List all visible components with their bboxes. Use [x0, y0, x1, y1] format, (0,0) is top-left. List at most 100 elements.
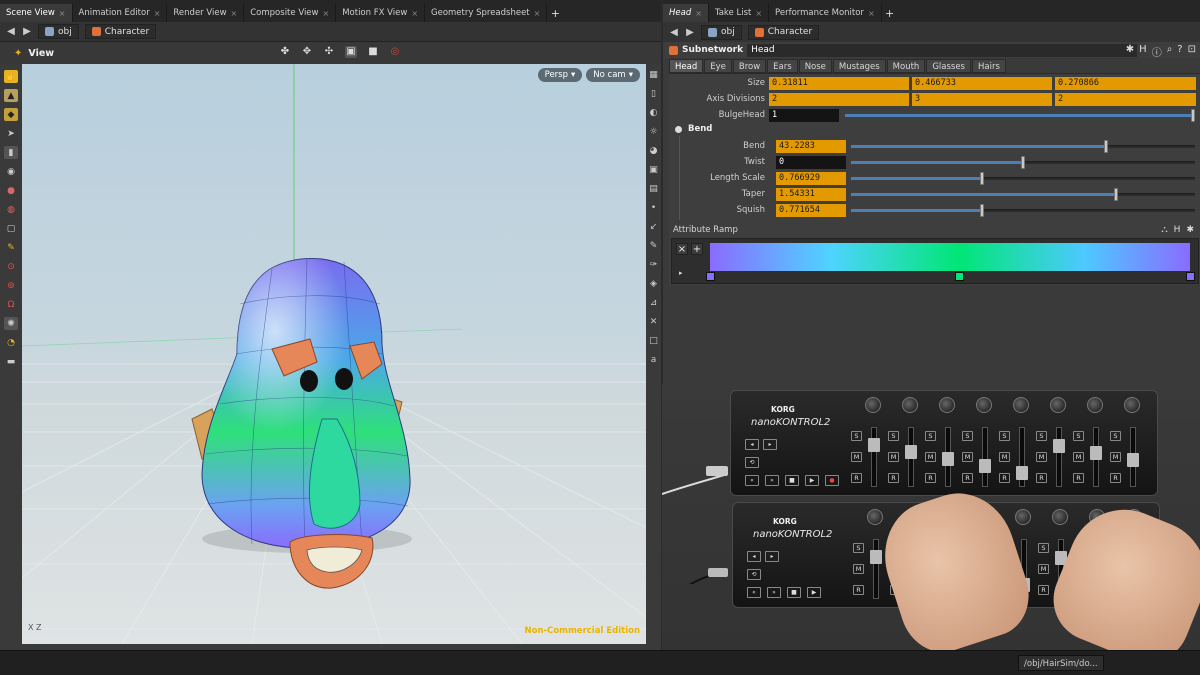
fader[interactable] — [870, 539, 882, 599]
tab-composite-view[interactable]: Composite View × — [244, 4, 337, 22]
param-tab-brow[interactable]: Brow — [732, 59, 767, 73]
snap-icon[interactable]: ⊚ — [4, 279, 18, 292]
select-mode-icon[interactable]: ▲ — [4, 89, 18, 102]
channel-s-button[interactable]: S — [1036, 431, 1047, 441]
preset-icon[interactable]: ⛬ — [1161, 225, 1167, 235]
lamp-icon[interactable]: ◕ — [648, 146, 659, 157]
snap-point-icon[interactable]: ✣ — [323, 46, 335, 58]
view-tool-icon[interactable]: ✺ — [4, 317, 18, 330]
channel-r-button[interactable]: R — [925, 473, 936, 483]
cycle-button[interactable]: ⟲ — [745, 457, 759, 468]
camera-icon[interactable]: ◉ — [4, 165, 18, 178]
param-tab-mustages[interactable]: Mustages — [832, 59, 886, 73]
tab-head[interactable]: Head × — [663, 4, 709, 22]
help-icon[interactable]: H — [1139, 44, 1147, 59]
gear-icon[interactable]: ✱ — [1126, 44, 1134, 59]
fastforward-button[interactable]: » — [765, 475, 779, 486]
fader-cap[interactable] — [1053, 439, 1065, 453]
tab-scene-view[interactable]: Scene View × — [0, 4, 73, 22]
rewind-button[interactable]: « — [747, 587, 761, 598]
channel-s-button[interactable]: S — [925, 431, 936, 441]
tab-performance-monitor[interactable]: Performance Monitor × — [769, 4, 882, 22]
param-tab-hairs[interactable]: Hairs — [971, 59, 1006, 73]
knob[interactable] — [1013, 397, 1029, 413]
fader[interactable] — [868, 427, 880, 487]
track-next-button[interactable]: ▸ — [763, 439, 777, 450]
ruler-icon[interactable]: ⊿ — [648, 298, 659, 309]
shading-icon[interactable]: ▣ — [648, 165, 659, 176]
knob[interactable] — [939, 397, 955, 413]
tab-animation-editor[interactable]: Animation Editor × — [73, 4, 168, 22]
remove-key-icon[interactable]: × — [676, 243, 688, 255]
ramp-gradient[interactable] — [710, 243, 1190, 271]
channel-s-button[interactable]: S — [888, 431, 899, 441]
channel-r-button[interactable]: R — [1110, 473, 1121, 483]
breadcrumb-character[interactable]: Character — [84, 24, 157, 39]
fader[interactable] — [942, 427, 954, 487]
size-y-field[interactable]: 0.466733 — [912, 77, 1052, 90]
param-tab-mouth[interactable]: Mouth — [886, 59, 926, 73]
channel-s-button[interactable]: S — [851, 431, 862, 441]
wire-icon[interactable]: ▤ — [648, 184, 659, 195]
tab-take-list[interactable]: Take List × — [709, 4, 770, 22]
ramp-key[interactable] — [705, 272, 715, 281]
abc-icon[interactable]: a — [648, 355, 659, 366]
track-next-button[interactable]: ▸ — [765, 551, 779, 562]
axis-div-y-field[interactable]: 3 — [912, 93, 1052, 106]
close-icon[interactable]: × — [59, 9, 66, 18]
channel-s-button[interactable]: S — [1110, 431, 1121, 441]
rotate-icon[interactable]: ◍ — [4, 203, 18, 216]
fader-cap[interactable] — [1090, 446, 1102, 460]
channel-m-button[interactable]: M — [999, 452, 1010, 462]
brush-tool-icon[interactable]: ✎ — [648, 241, 659, 252]
brush-icon[interactable]: ✎ — [4, 241, 18, 254]
track-prev-button[interactable]: ◂ — [747, 551, 761, 562]
length-scale-slider[interactable] — [851, 172, 1195, 185]
close-icon[interactable]: × — [868, 9, 875, 18]
close-icon[interactable]: × — [231, 9, 238, 18]
channel-m-button[interactable]: M — [1073, 452, 1084, 462]
fader[interactable] — [1127, 427, 1139, 487]
stop-button[interactable]: ■ — [787, 587, 801, 598]
squish-slider[interactable] — [851, 204, 1195, 217]
camera-dropdown[interactable]: No cam ▾ — [586, 68, 640, 82]
forward-arrow-icon[interactable]: ▶ — [685, 27, 695, 38]
fader[interactable] — [979, 427, 991, 487]
fader[interactable] — [905, 427, 917, 487]
breadcrumb-obj[interactable]: obj — [38, 24, 79, 39]
record-button[interactable]: ● — [825, 475, 839, 486]
fader-cap[interactable] — [1016, 466, 1028, 480]
pointer-icon[interactable]: ➤ — [4, 127, 18, 140]
back-arrow-icon[interactable]: ◀ — [6, 26, 16, 37]
gear-icon[interactable]: ✱ — [1186, 225, 1194, 235]
channel-m-button[interactable]: M — [888, 452, 899, 462]
channel-r-button[interactable]: R — [962, 473, 973, 483]
tab-motion-fx-view[interactable]: Motion FX View × — [336, 4, 426, 22]
cross-icon[interactable]: ✕ — [648, 317, 659, 328]
twist-slider[interactable] — [851, 156, 1195, 169]
snapping-icon[interactable]: Ω — [4, 298, 18, 311]
knob[interactable] — [976, 397, 992, 413]
knob[interactable] — [865, 397, 881, 413]
fader-cap[interactable] — [1127, 453, 1139, 467]
play-button[interactable]: ▶ — [807, 587, 821, 598]
close-icon[interactable]: × — [411, 9, 418, 18]
paint-icon[interactable]: ✑ — [648, 260, 659, 271]
arrow-icon[interactable]: ↙ — [648, 222, 659, 233]
close-icon[interactable]: × — [323, 9, 330, 18]
expand-icon[interactable]: ⊡ — [1188, 44, 1196, 59]
fader[interactable] — [1090, 427, 1102, 487]
stop-button[interactable]: ■ — [785, 475, 799, 486]
knob[interactable] — [1050, 397, 1066, 413]
bulgehead-slider[interactable] — [845, 109, 1195, 122]
display-options-icon[interactable]: ▣ — [345, 46, 357, 58]
param-tab-nose[interactable]: Nose — [798, 59, 832, 73]
close-icon[interactable]: × — [534, 9, 541, 18]
channel-s-button[interactable]: S — [1073, 431, 1084, 441]
expand-ramp-icon[interactable]: ▸ — [679, 269, 683, 277]
tab-render-view[interactable]: Render View × — [167, 4, 245, 22]
channel-r-button[interactable]: R — [1073, 473, 1084, 483]
size-x-field[interactable]: 0.31811 — [769, 77, 909, 90]
add-key-icon[interactable]: + — [691, 243, 703, 255]
channel-r-button[interactable]: R — [1036, 473, 1047, 483]
